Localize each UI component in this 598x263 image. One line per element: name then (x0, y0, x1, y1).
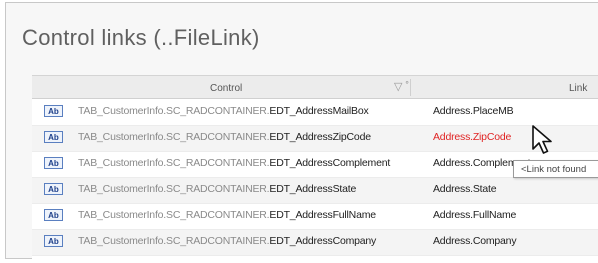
link-value: Address.FullName (433, 209, 517, 221)
table-header: Control ▽ ˚ Link (32, 76, 598, 99)
filter-icon[interactable]: ▽ ˚ (394, 80, 409, 93)
control-name: TAB_CustomerInfo.SC_RADCONTAINER.EDT_Add… (78, 235, 376, 247)
table-row[interactable]: Ab TAB_CustomerInfo.SC_RADCONTAINER.EDT_… (32, 230, 598, 256)
panel-title: Control links (..FileLink) (22, 25, 260, 50)
control-links-panel: Control links (..FileLink) Control ▽ ˚ L… (5, 2, 598, 263)
control-field-name: EDT_AddressState (269, 183, 357, 195)
control-path-prefix: TAB_CustomerInfo.SC_RADCONTAINER. (78, 157, 270, 169)
control-path-prefix: TAB_CustomerInfo.SC_RADCONTAINER. (78, 105, 270, 117)
control-path-prefix: TAB_CustomerInfo.SC_RADCONTAINER. (78, 235, 270, 247)
table-row-selected[interactable]: Ab TAB_CustomerInfo.SC_RADCONTAINER.EDT_… (32, 126, 598, 152)
edit-control-icon: Ab (44, 183, 63, 195)
column-divider[interactable] (410, 79, 411, 96)
link-tooltip: <Link not found (513, 160, 598, 178)
link-value-error: Address.ZipCode (433, 131, 512, 143)
control-name: TAB_CustomerInfo.SC_RADCONTAINER.EDT_Add… (78, 183, 356, 195)
column-header-link[interactable]: Link (569, 83, 587, 94)
link-value: Address.Company (433, 235, 517, 247)
mouse-pointer-icon (532, 125, 552, 154)
link-value: Address.State (433, 183, 497, 195)
edit-control-icon: Ab (44, 105, 63, 117)
table-row[interactable]: Ab TAB_CustomerInfo.SC_RADCONTAINER.EDT_… (32, 100, 598, 126)
link-value: Address.PlaceMB (433, 105, 514, 117)
edit-control-icon: Ab (44, 157, 63, 169)
control-field-name: EDT_AddressComplement (269, 157, 391, 169)
control-field-name: EDT_AddressZipCode (269, 131, 371, 143)
control-field-name: EDT_AddressMailBox (269, 105, 369, 117)
column-header-control[interactable]: Control (210, 83, 242, 94)
control-path-prefix: TAB_CustomerInfo.SC_RADCONTAINER. (78, 183, 270, 195)
edit-control-icon: Ab (44, 235, 63, 247)
control-name: TAB_CustomerInfo.SC_RADCONTAINER.EDT_Add… (78, 209, 376, 221)
table-row[interactable]: Ab TAB_CustomerInfo.SC_RADCONTAINER.EDT_… (32, 204, 598, 230)
control-path-prefix: TAB_CustomerInfo.SC_RADCONTAINER. (78, 131, 270, 143)
edit-control-icon: Ab (44, 209, 63, 221)
control-name: TAB_CustomerInfo.SC_RADCONTAINER.EDT_Add… (78, 105, 369, 117)
control-field-name: EDT_AddressCompany (269, 235, 377, 247)
edit-control-icon: Ab (44, 131, 63, 143)
control-name: TAB_CustomerInfo.SC_RADCONTAINER.EDT_Add… (78, 157, 390, 169)
control-field-name: EDT_AddressFullName (269, 209, 376, 221)
control-path-prefix: TAB_CustomerInfo.SC_RADCONTAINER. (78, 209, 270, 221)
table-row[interactable]: Ab TAB_CustomerInfo.SC_RADCONTAINER.EDT_… (32, 178, 598, 204)
control-name: TAB_CustomerInfo.SC_RADCONTAINER.EDT_Add… (78, 131, 371, 143)
